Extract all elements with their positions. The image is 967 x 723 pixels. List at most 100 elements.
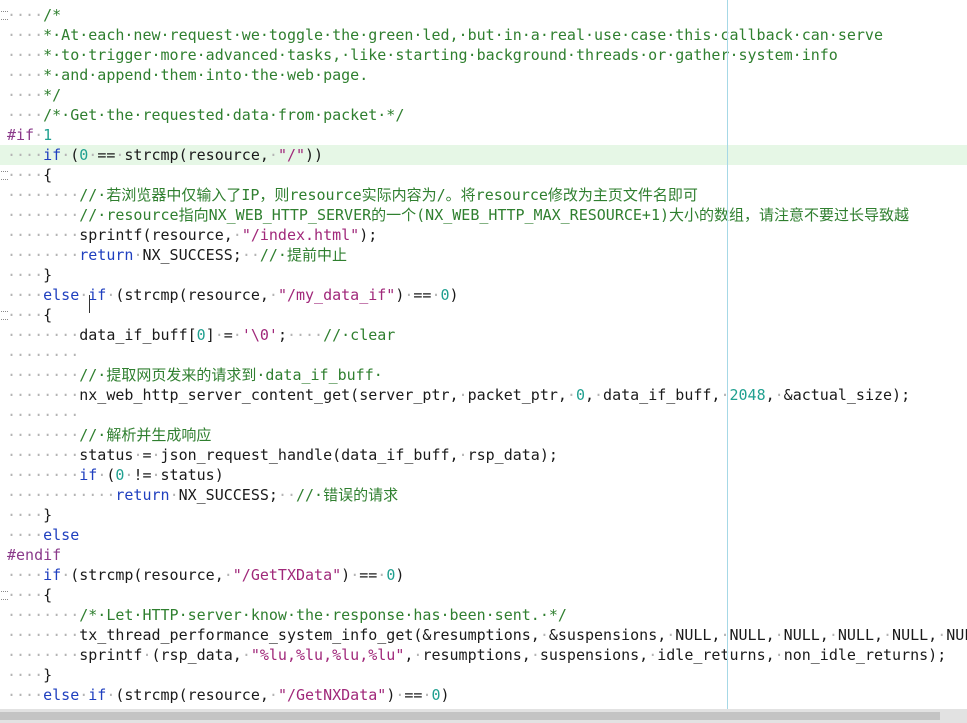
code-editor[interactable]: ····/* ····*·At·each·new·request·we·toggl… xyxy=(0,0,967,709)
code-text: (strcmp(resource, xyxy=(115,686,269,704)
line-text: ····/*·Get·the·requested·data·from·packe… xyxy=(7,105,404,125)
code-text: NULL, xyxy=(837,626,884,644)
code-text: != xyxy=(133,466,152,484)
code-text: sprintf xyxy=(79,646,143,664)
comment: //·clear xyxy=(323,326,396,344)
whitespace-marker: · xyxy=(774,386,784,404)
horizontal-scrollbar[interactable] xyxy=(0,709,967,723)
keyword: return xyxy=(115,486,170,504)
code-line[interactable]: ········data_if_buff[0]·=·'\0';····//·cl… xyxy=(0,325,967,345)
code-text: (strcmp(resource, xyxy=(70,566,224,584)
keyword: else xyxy=(43,286,80,304)
code-text: (rsp_data, xyxy=(151,646,242,664)
code-line[interactable]: ············return·NX_SUCCESS;··//·错误的请求 xyxy=(0,485,967,505)
code-line[interactable]: ········//·resource指向NX_WEB_HTTP_SERVER的… xyxy=(0,205,967,225)
code-line[interactable]: ········status·=·json_request_handle(dat… xyxy=(0,445,967,465)
code-line[interactable]: ········sprintf·(rsp_data,·"%lu,%lu,%lu,… xyxy=(0,645,967,665)
number-literal: 0 xyxy=(79,146,89,164)
code-text: ) xyxy=(440,686,450,704)
line-text: ········return·NX_SUCCESS;··//·提前中止 xyxy=(7,245,347,265)
whitespace-marker: ···· xyxy=(7,526,44,544)
code-line[interactable]: ········ xyxy=(0,405,967,425)
code-line[interactable]: ····/*·Get·the·requested·data·from·packe… xyxy=(0,105,967,125)
whitespace-marker: · xyxy=(79,686,89,704)
code-line[interactable]: ········//·解析并生成响应 xyxy=(0,425,967,445)
code-line[interactable]: ····else·if·(strcmp(resource,·"/my_data_… xyxy=(0,285,967,305)
code-line[interactable]: ········ xyxy=(0,345,967,365)
line-text: ········nx_web_http_server_content_get(s… xyxy=(7,385,910,405)
line-text: ········sprintf(resource,·"/index.html")… xyxy=(7,225,377,245)
code-text: rsp_data); xyxy=(467,446,558,464)
code-line[interactable]: ····*·and·append·them·into·the·web·page. xyxy=(0,65,967,85)
code-line[interactable]: ····} xyxy=(0,505,967,525)
code-line[interactable]: ····} xyxy=(0,265,967,285)
whitespace-marker: ········ xyxy=(7,246,80,264)
code-line[interactable]: ····/* xyxy=(0,5,967,25)
string-literal: "/GetTXData" xyxy=(232,566,342,584)
line-text: ····{ xyxy=(7,585,52,605)
whitespace-marker: · xyxy=(566,386,576,404)
code-line[interactable]: ····else xyxy=(0,525,967,545)
whitespace-marker: ···· xyxy=(7,286,44,304)
code-text: suspensions, xyxy=(539,646,649,664)
code-text: { xyxy=(43,586,53,604)
whitespace-marker: ········ xyxy=(7,466,80,484)
code-line[interactable]: ····} xyxy=(0,665,967,685)
comment: *·At·each·new·request·we·toggle·the·gree… xyxy=(43,26,883,44)
number-literal: 0 xyxy=(431,686,441,704)
whitespace-marker: ···· xyxy=(7,566,44,584)
code-line[interactable]: ····*·At·each·new·request·we·toggle·the·… xyxy=(0,25,967,45)
code-line[interactable]: ····{ xyxy=(0,305,967,325)
whitespace-marker: ········ xyxy=(7,186,80,204)
string-literal: "/my_data_if" xyxy=(277,286,396,304)
code-line[interactable]: ········/*·Let·HTTP·server·know·the·resp… xyxy=(0,605,967,625)
code-line[interactable]: ········if·(0·!=·status) xyxy=(0,465,967,485)
code-line[interactable]: ········sprintf(resource,·"/index.html")… xyxy=(0,225,967,245)
scrollbar-thumb[interactable] xyxy=(0,712,940,720)
whitespace-marker: ········ xyxy=(7,446,80,464)
comment: /*·Let·HTTP·server·know·the·response·has… xyxy=(79,606,567,624)
whitespace-marker: ········ xyxy=(7,646,80,664)
line-text: ····else·if·(strcmp(resource,·"/GetNXDat… xyxy=(7,685,450,705)
line-text: ········//·解析并生成响应 xyxy=(7,425,211,445)
whitespace-marker: ···· xyxy=(7,266,44,284)
current-code-line[interactable]: ····if·(0·==·strcmp(resource,·"/")) xyxy=(0,145,967,165)
preprocessor-directive: #endif xyxy=(7,546,62,564)
code-line[interactable]: ····{ xyxy=(0,165,967,185)
whitespace-marker: · xyxy=(232,326,242,344)
whitespace-marker: · xyxy=(377,566,387,584)
whitespace-marker: ········ xyxy=(7,346,80,364)
code-line[interactable]: ········nx_web_http_server_content_get(s… xyxy=(0,385,967,405)
code-line[interactable]: ····{ xyxy=(0,585,967,605)
code-line[interactable]: ····*·to·trigger·more·advanced·tasks,·li… xyxy=(0,45,967,65)
comment: //·错误的请求 xyxy=(296,486,399,504)
text-caret xyxy=(89,295,90,313)
code-text: ); xyxy=(359,226,378,244)
whitespace-marker: ········ xyxy=(7,366,80,384)
keyword: if xyxy=(88,286,107,304)
code-text: ] xyxy=(205,326,215,344)
number-literal: 1 xyxy=(43,126,53,144)
code-text: == xyxy=(404,686,423,704)
whitespace-marker: ········ xyxy=(7,206,80,224)
comment: //·若浏览器中仅输入了IP，则resource实际内容为/。将resource… xyxy=(79,186,698,204)
whitespace-marker: · xyxy=(539,626,549,644)
line-text: #endif xyxy=(7,545,61,565)
code-line[interactable]: ····if·(strcmp(resource,·"/GetTXData")·=… xyxy=(0,565,967,585)
code-line[interactable]: ········tx_thread_performance_system_inf… xyxy=(0,625,967,645)
code-line[interactable]: ····*/ xyxy=(0,85,967,105)
code-line[interactable]: ········//·若浏览器中仅输入了IP，则resource实际内容为/。将… xyxy=(0,185,967,205)
line-text: ········if·(0·!=·status) xyxy=(7,465,224,485)
code-text: } xyxy=(43,506,53,524)
code-line[interactable]: #if·1 xyxy=(0,125,967,145)
string-literal: "/index.html" xyxy=(241,226,360,244)
code-text: json_request_handle(data_if_buff, xyxy=(160,446,459,464)
line-text: ············return·NX_SUCCESS;··//·错误的请求 xyxy=(7,485,398,505)
code-line[interactable]: ········return·NX_SUCCESS;··//·提前中止 xyxy=(0,245,967,265)
line-text: ········//·resource指向NX_WEB_HTTP_SERVER的… xyxy=(7,205,909,225)
line-text: ····{ xyxy=(7,165,52,185)
code-line[interactable]: #endif xyxy=(0,545,967,565)
code-line[interactable]: ········//·提取网页发来的请求到·data_if_buff· xyxy=(0,365,967,385)
code-line[interactable]: ····else·if·(strcmp(resource,·"/GetNXDat… xyxy=(0,685,967,705)
line-text: ····} xyxy=(7,665,52,685)
